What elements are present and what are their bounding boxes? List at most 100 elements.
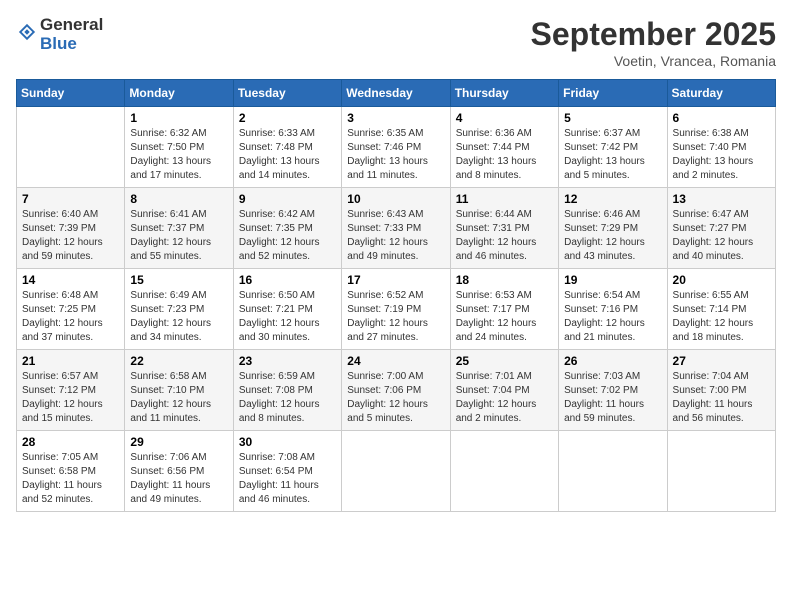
logo: General Blue	[16, 16, 103, 53]
day-number: 19	[564, 273, 661, 287]
day-info: Sunrise: 7:00 AMSunset: 7:06 PMDaylight:…	[347, 370, 444, 426]
day-cell: 7Sunrise: 6:40 AMSunset: 7:39 PMDaylight…	[17, 188, 125, 269]
day-info: Sunrise: 6:36 AMSunset: 7:44 PMDaylight:…	[456, 127, 553, 183]
day-info: Sunrise: 7:04 AMSunset: 7:00 PMDaylight:…	[673, 370, 770, 426]
day-cell: 17Sunrise: 6:52 AMSunset: 7:19 PMDayligh…	[342, 269, 450, 350]
day-info: Sunrise: 6:44 AMSunset: 7:31 PMDaylight:…	[456, 208, 553, 264]
day-cell: 29 Sunrise: 7:06 AMSunset: 6:56 PMDayligh…	[125, 431, 233, 512]
day-number: 9	[239, 192, 336, 206]
day-cell: 22 Sunrise: 6:58 AMSunset: 7:10 PMDayligh…	[125, 350, 233, 431]
day-info: Sunrise: 7:01 AMSunset: 7:04 PMDaylight:…	[456, 370, 553, 426]
day-cell	[559, 431, 667, 512]
day-info: Sunrise: 7:03 AMSunset: 7:02 PMDaylight:…	[564, 370, 661, 426]
day-cell: 16 Sunrise: 6:50 AMSunset: 7:21 PMDayligh…	[233, 269, 341, 350]
day-number: 28	[22, 435, 119, 449]
day-cell: 2 Sunrise: 6:33 AMSunset: 7:48 PMDaylight…	[233, 107, 341, 188]
day-cell: 13 Sunrise: 6:47 AMSunset: 7:27 PMDayligh…	[667, 188, 775, 269]
day-cell: 12Sunrise: 6:46 AMSunset: 7:29 PMDayligh…	[559, 188, 667, 269]
day-number: 15	[130, 273, 227, 287]
day-number: 26	[564, 354, 661, 368]
calendar-body: 1Sunrise: 6:32 AMSunset: 7:50 PMDaylight…	[17, 107, 776, 512]
day-number: 23	[239, 354, 336, 368]
day-cell: 23 Sunrise: 6:59 AMSunset: 7:08 PMDayligh…	[233, 350, 341, 431]
day-number: 29	[130, 435, 227, 449]
calendar-header: SundayMondayTuesdayWednesdayThursdayFrid…	[17, 80, 776, 107]
day-number: 22	[130, 354, 227, 368]
logo-icon	[18, 23, 36, 41]
day-cell: 14 Sunrise: 6:48 AMSunset: 7:25 PMDayligh…	[17, 269, 125, 350]
month-title: September 2025	[531, 16, 776, 53]
day-number: 25	[456, 354, 553, 368]
day-number: 13	[673, 192, 770, 206]
day-info: Sunrise: 6:53 AMSunset: 7:17 PMDaylight:…	[456, 289, 553, 345]
logo-general: General	[40, 15, 103, 34]
day-number: 11	[456, 192, 553, 206]
week-row-5: 28 Sunrise: 7:05 AMSunset: 6:58 PMDayligh…	[17, 431, 776, 512]
week-row-4: 21 Sunrise: 6:57 AMSunset: 7:12 PMDayligh…	[17, 350, 776, 431]
header-cell-thursday: Thursday	[450, 80, 558, 107]
title-block: September 2025 Voetin, Vrancea, Romania	[531, 16, 776, 69]
day-info: Sunrise: 6:42 AMSunset: 7:35 PMDaylight:…	[239, 208, 336, 264]
header-cell-saturday: Saturday	[667, 80, 775, 107]
day-cell: 26 Sunrise: 7:03 AMSunset: 7:02 PMDayligh…	[559, 350, 667, 431]
day-cell: 10Sunrise: 6:43 AMSunset: 7:33 PMDayligh…	[342, 188, 450, 269]
day-cell: 24 Sunrise: 7:00 AMSunset: 7:06 PMDayligh…	[342, 350, 450, 431]
day-info: Sunrise: 6:50 AMSunset: 7:21 PMDaylight:…	[239, 289, 336, 345]
day-number: 17	[347, 273, 444, 287]
day-number: 16	[239, 273, 336, 287]
day-cell: 19 Sunrise: 6:54 AMSunset: 7:16 PMDayligh…	[559, 269, 667, 350]
day-info: Sunrise: 6:58 AMSunset: 7:10 PMDaylight:…	[130, 370, 227, 426]
day-number: 3	[347, 111, 444, 125]
day-info: Sunrise: 6:55 AMSunset: 7:14 PMDaylight:…	[673, 289, 770, 345]
week-row-1: 1Sunrise: 6:32 AMSunset: 7:50 PMDaylight…	[17, 107, 776, 188]
day-cell: 8Sunrise: 6:41 AMSunset: 7:37 PMDaylight…	[125, 188, 233, 269]
day-cell: 9 Sunrise: 6:42 AMSunset: 7:35 PMDaylight…	[233, 188, 341, 269]
day-number: 21	[22, 354, 119, 368]
day-number: 27	[673, 354, 770, 368]
day-info: Sunrise: 6:35 AMSunset: 7:46 PMDaylight:…	[347, 127, 444, 183]
day-cell	[667, 431, 775, 512]
day-info: Sunrise: 6:38 AMSunset: 7:40 PMDaylight:…	[673, 127, 770, 183]
header-cell-friday: Friday	[559, 80, 667, 107]
day-number: 7	[22, 192, 119, 206]
day-info: Sunrise: 7:06 AMSunset: 6:56 PMDaylight:…	[130, 451, 227, 507]
day-number: 18	[456, 273, 553, 287]
day-info: Sunrise: 6:47 AMSunset: 7:27 PMDaylight:…	[673, 208, 770, 264]
day-cell: 15 Sunrise: 6:49 AMSunset: 7:23 PMDayligh…	[125, 269, 233, 350]
day-cell: 20 Sunrise: 6:55 AMSunset: 7:14 PMDayligh…	[667, 269, 775, 350]
page-header: General Blue September 2025 Voetin, Vran…	[16, 16, 776, 69]
day-cell: 11 Sunrise: 6:44 AMSunset: 7:31 PMDayligh…	[450, 188, 558, 269]
header-cell-sunday: Sunday	[17, 80, 125, 107]
day-cell: 18 Sunrise: 6:53 AMSunset: 7:17 PMDayligh…	[450, 269, 558, 350]
day-cell: 4 Sunrise: 6:36 AMSunset: 7:44 PMDaylight…	[450, 107, 558, 188]
day-cell: 6Sunrise: 6:38 AMSunset: 7:40 PMDaylight…	[667, 107, 775, 188]
day-number: 4	[456, 111, 553, 125]
day-info: Sunrise: 6:57 AMSunset: 7:12 PMDaylight:…	[22, 370, 119, 426]
day-cell	[17, 107, 125, 188]
day-number: 12	[564, 192, 661, 206]
day-info: Sunrise: 6:33 AMSunset: 7:48 PMDaylight:…	[239, 127, 336, 183]
day-number: 2	[239, 111, 336, 125]
day-info: Sunrise: 7:08 AMSunset: 6:54 PMDaylight:…	[239, 451, 336, 507]
week-row-2: 7Sunrise: 6:40 AMSunset: 7:39 PMDaylight…	[17, 188, 776, 269]
day-cell: 27 Sunrise: 7:04 AMSunset: 7:00 PMDayligh…	[667, 350, 775, 431]
day-number: 5	[564, 111, 661, 125]
week-row-3: 14 Sunrise: 6:48 AMSunset: 7:25 PMDayligh…	[17, 269, 776, 350]
day-info: Sunrise: 7:05 AMSunset: 6:58 PMDaylight:…	[22, 451, 119, 507]
header-cell-wednesday: Wednesday	[342, 80, 450, 107]
day-number: 14	[22, 273, 119, 287]
header-row: SundayMondayTuesdayWednesdayThursdayFrid…	[17, 80, 776, 107]
day-number: 8	[130, 192, 227, 206]
day-info: Sunrise: 6:37 AMSunset: 7:42 PMDaylight:…	[564, 127, 661, 183]
header-cell-monday: Monday	[125, 80, 233, 107]
day-cell	[450, 431, 558, 512]
day-info: Sunrise: 6:49 AMSunset: 7:23 PMDaylight:…	[130, 289, 227, 345]
day-info: Sunrise: 6:59 AMSunset: 7:08 PMDaylight:…	[239, 370, 336, 426]
day-info: Sunrise: 6:48 AMSunset: 7:25 PMDaylight:…	[22, 289, 119, 345]
day-info: Sunrise: 6:54 AMSunset: 7:16 PMDaylight:…	[564, 289, 661, 345]
day-number: 20	[673, 273, 770, 287]
day-info: Sunrise: 6:32 AMSunset: 7:50 PMDaylight:…	[130, 127, 227, 183]
day-cell	[342, 431, 450, 512]
day-cell: 1Sunrise: 6:32 AMSunset: 7:50 PMDaylight…	[125, 107, 233, 188]
day-number: 24	[347, 354, 444, 368]
